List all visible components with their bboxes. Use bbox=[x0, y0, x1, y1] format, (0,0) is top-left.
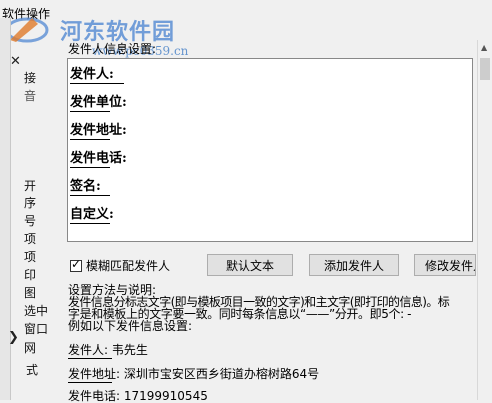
edit-sender-button[interactable]: 修改发件人 bbox=[414, 254, 476, 276]
default-text-button[interactable]: 默认文本 bbox=[207, 254, 293, 276]
field-signature: 签名: bbox=[70, 179, 101, 194]
fuzzy-match-checkbox[interactable] bbox=[70, 257, 82, 272]
instructions-line: 例如以下发件信息设置: bbox=[68, 319, 193, 333]
left-item[interactable]: 项 bbox=[24, 249, 52, 266]
field-sender-phone: 发件电话: bbox=[70, 151, 127, 166]
left-item[interactable]: 开 bbox=[24, 178, 52, 195]
left-item[interactable]: 网 bbox=[24, 340, 52, 357]
left-item[interactable]: 音 bbox=[24, 88, 52, 105]
left-item[interactable]: 图 bbox=[24, 285, 52, 302]
field-divider bbox=[70, 167, 110, 168]
chevron-right-icon[interactable]: ❯ bbox=[8, 330, 19, 345]
fuzzy-match-label[interactable]: 模糊匹配发件人 bbox=[86, 257, 170, 274]
fuzzy-match-option[interactable]: 模糊匹配发件人 bbox=[70, 257, 170, 274]
left-item[interactable]: 印 bbox=[24, 267, 52, 284]
example-divider bbox=[68, 358, 112, 359]
field-divider bbox=[70, 83, 124, 84]
vertical-scrollbar[interactable]: ▲ bbox=[477, 40, 492, 400]
field-custom: 自定义: bbox=[70, 207, 114, 222]
sender-info-textarea[interactable]: 发件人: 发件单位: 发件地址: 发件电话: 签名: 自定义: bbox=[67, 58, 473, 242]
scrollbar-thumb[interactable] bbox=[480, 58, 490, 80]
add-sender-button[interactable]: 添加发件人 bbox=[309, 254, 399, 276]
left-item[interactable]: 号 bbox=[24, 213, 52, 230]
example-divider bbox=[68, 382, 112, 383]
sender-group-title: 发件人信息设置: bbox=[68, 42, 157, 56]
field-divider bbox=[70, 139, 110, 140]
close-icon[interactable]: ✕ bbox=[10, 54, 21, 69]
left-item[interactable]: 序 bbox=[24, 195, 52, 212]
field-divider bbox=[70, 223, 110, 224]
field-divider bbox=[70, 195, 110, 196]
scroll-up-icon[interactable]: ▲ bbox=[481, 43, 487, 52]
left-item[interactable]: 选中 bbox=[24, 303, 52, 320]
example-sender: 发件人: 韦先生 bbox=[68, 343, 148, 357]
field-sender-company: 发件单位: bbox=[70, 95, 127, 110]
example-phone: 发件电话: 17199910545 bbox=[68, 389, 208, 403]
left-item[interactable]: 窗口 bbox=[24, 321, 52, 338]
example-address: 发件地址: 深圳市宝安区西乡街道办榕树路64号 bbox=[68, 367, 320, 381]
left-item[interactable]: 接 bbox=[24, 70, 52, 87]
field-divider bbox=[70, 111, 110, 112]
field-sender-address: 发件地址: bbox=[70, 123, 127, 138]
field-sender: 发件人: bbox=[70, 67, 114, 82]
left-item[interactable]: 项 bbox=[24, 231, 52, 248]
left-item[interactable]: 式 bbox=[26, 362, 54, 379]
